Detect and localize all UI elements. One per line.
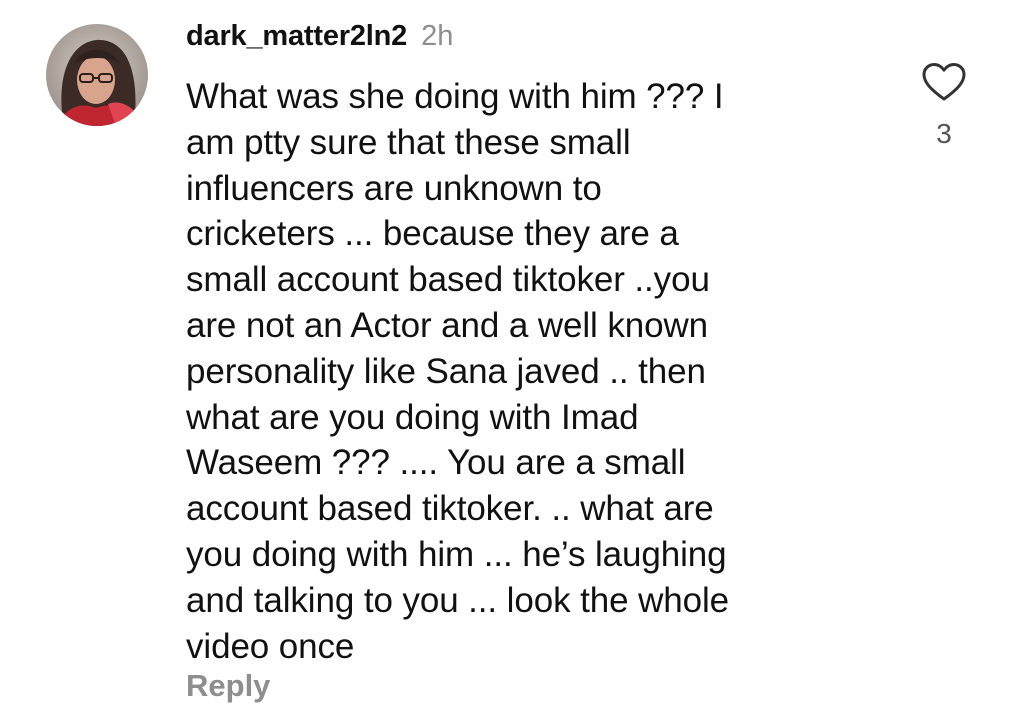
like-count: 3 bbox=[936, 118, 952, 149]
heart-outline-icon bbox=[922, 63, 966, 101]
like-button[interactable] bbox=[918, 58, 970, 106]
like-section: 3 bbox=[912, 58, 976, 150]
reply-button[interactable]: Reply bbox=[186, 668, 270, 704]
comment-item: dark_matter2ln2 2h What was she doing wi… bbox=[0, 0, 1024, 713]
comment-text: What was she doing with him ??? I am ptt… bbox=[186, 77, 730, 666]
avatar[interactable] bbox=[46, 24, 148, 126]
timestamp: 2h bbox=[421, 20, 454, 52]
username-link[interactable]: dark_matter2ln2 bbox=[186, 20, 407, 53]
avatar-image bbox=[46, 24, 148, 126]
comment-header: dark_matter2ln2 2h bbox=[186, 20, 453, 60]
